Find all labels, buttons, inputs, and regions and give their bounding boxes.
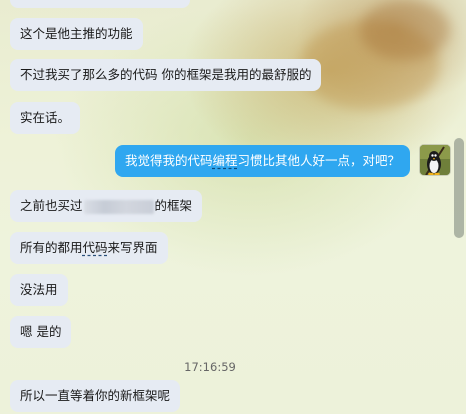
message-bubble-outgoing: 我觉得我的代码编程习惯比其他人好一点，对吧？: [114, 145, 410, 177]
scrollbar-thumb[interactable]: [454, 138, 464, 238]
message-text: 嗯 是的: [20, 324, 62, 339]
message-text: 的框架: [154, 198, 193, 213]
message-bubble-incoming: 不过我买了那么多的代码 你的框架是我用的最舒服的: [10, 59, 322, 91]
message-bubble-incoming: 所有的都用代码来写界面: [10, 232, 168, 264]
message-text: 之前也买过: [20, 198, 83, 213]
message-text: 不过我买了那么多的代码 你的框架是我用的最舒服的: [20, 67, 312, 82]
chat-scrollbar[interactable]: [454, 0, 464, 414]
message-bubble-incoming: 没法用: [10, 274, 68, 306]
message-bubble-incoming: 嗯 是的: [10, 316, 72, 348]
message-timestamp: 17:16:59: [184, 360, 236, 374]
message-text: 所有的都用: [20, 240, 83, 255]
message-bubble-incoming: 之前也买过 的框架: [10, 190, 203, 222]
message-bubble-partial: [10, 0, 190, 8]
message-text: 实在话。: [20, 110, 71, 125]
message-bubble-incoming: 这个是他主推的功能: [10, 18, 143, 50]
penguin-avatar-graphic: [420, 145, 450, 175]
message-text: 我觉得我的代码: [124, 153, 213, 168]
spellcheck-underlined-word[interactable]: 代码: [83, 240, 108, 255]
penguin-avatar-icon[interactable]: [420, 145, 450, 175]
background-decoration: [360, 0, 450, 60]
message-bubble-incoming: 所以一直等着你的新框架呢: [10, 380, 181, 412]
message-text: 习惯比其他人好一点，对吧？: [237, 153, 400, 168]
message-text: 所以一直等着你的新框架呢: [20, 388, 171, 403]
message-text: 没法用: [20, 282, 58, 297]
message-bubble-incoming: 实在话。: [10, 102, 81, 134]
message-text: 这个是他主推的功能: [20, 26, 133, 41]
redacted-text: [83, 199, 154, 214]
spellcheck-underlined-word[interactable]: 编程: [212, 153, 237, 168]
message-text: 来写界面: [107, 240, 158, 255]
